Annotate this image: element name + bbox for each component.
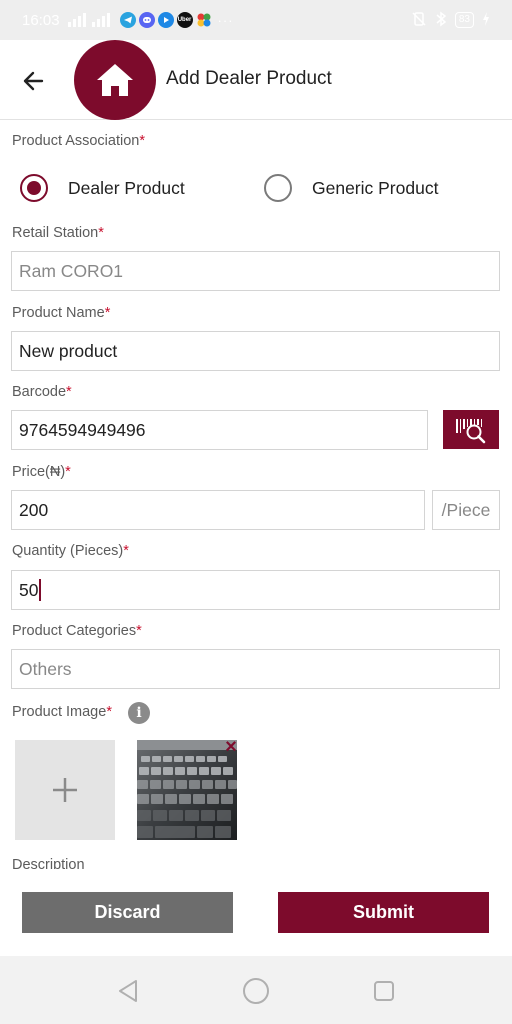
retail-station-field[interactable]: Ram CORO1 [11, 251, 500, 291]
required-mark: * [139, 133, 146, 149]
discard-button[interactable]: Discard [22, 892, 233, 933]
charging-icon [482, 11, 490, 29]
telegram-icon [119, 12, 136, 28]
arrow-left-icon [23, 71, 44, 91]
price-label: Price(₦)* [12, 464, 71, 480]
radio-unselected-icon[interactable] [264, 174, 292, 202]
barcode-label: Barcode* [12, 384, 72, 400]
product-form: Product Association* Dealer Product Gene… [0, 121, 512, 869]
signal-icon [67, 13, 86, 27]
more-notifications-dots: ··· [217, 12, 234, 28]
product-categories-label: Product Categories* [12, 623, 142, 639]
triangle-back-icon [119, 980, 137, 1002]
status-time: 16:03 [22, 11, 60, 29]
add-image-button[interactable] [15, 740, 115, 840]
radio-generic-product-label: Generic Product [312, 177, 439, 198]
price-unit: /Piece [432, 490, 500, 530]
nav-back-button[interactable] [113, 976, 143, 1006]
circle-home-icon [243, 978, 269, 1004]
product-categories-label-text: Product Categories [12, 623, 137, 639]
play-icon [157, 12, 174, 28]
nav-home-button[interactable] [241, 976, 271, 1006]
required-mark: * [136, 623, 142, 639]
product-name-label: Product Name* [12, 305, 110, 321]
discord-icon [138, 12, 155, 28]
required-mark: * [66, 384, 72, 400]
status-bar: 16:03 Uber ··· 83 [0, 0, 512, 40]
back-button[interactable] [16, 64, 50, 98]
required-mark: * [104, 305, 111, 321]
uber-icon: Uber [176, 12, 193, 28]
radio-dealer-product[interactable]: Dealer Product [20, 174, 185, 202]
remove-image-close-icon[interactable]: × [222, 737, 240, 757]
radio-dealer-product-label: Dealer Product [68, 177, 185, 198]
description-label: Description [12, 857, 85, 869]
pinwheel-icon [196, 12, 212, 28]
quantity-input[interactable]: 50 [11, 570, 500, 610]
nav-recents-button[interactable] [369, 976, 399, 1006]
home-logo[interactable] [74, 40, 156, 120]
quantity-label-text: Quantity (Pieces) [12, 543, 124, 559]
bluetooth-icon [435, 11, 447, 30]
barcode-scan-icon [456, 418, 486, 443]
app-header: Add Dealer Product [0, 40, 512, 120]
status-right: 83 [411, 11, 490, 30]
product-image-label: Product Image* [12, 704, 112, 720]
scan-barcode-button[interactable] [443, 410, 499, 449]
quantity-label: Quantity (Pieces)* [12, 543, 129, 559]
barcode-label-text: Barcode [12, 384, 67, 400]
product-image-label-text: Product Image [12, 704, 107, 720]
barcode-input[interactable]: 9764594949496 [11, 410, 428, 450]
price-input[interactable]: 200 [11, 490, 425, 530]
square-recents-icon [374, 981, 394, 1001]
product-name-input[interactable]: New product [11, 331, 500, 371]
quantity-value: 50 [19, 579, 39, 600]
plus-icon [53, 778, 77, 802]
retail-station-label-text: Retail Station [12, 225, 99, 241]
product-association-radio-group: Dealer Product Generic Product [0, 171, 512, 207]
product-association-label-text: Product Association [12, 133, 140, 149]
required-mark: * [106, 704, 112, 720]
info-icon[interactable]: i [128, 702, 150, 724]
signal-icon-2 [91, 13, 110, 27]
vibrate-off-icon [411, 11, 427, 30]
required-mark: * [98, 225, 104, 241]
radio-generic-product[interactable]: Generic Product [264, 174, 438, 202]
required-mark: * [65, 464, 71, 480]
system-nav-bar [0, 956, 512, 1024]
product-categories-field[interactable]: Others [11, 649, 500, 689]
notification-icons: Uber [119, 12, 212, 28]
text-caret [39, 579, 42, 601]
product-association-label: Product Association* [12, 133, 145, 149]
radio-selected-icon[interactable] [20, 174, 48, 202]
page-title: Add Dealer Product [166, 68, 332, 89]
battery-icon: 83 [454, 12, 474, 28]
product-name-label-text: Product Name [12, 305, 105, 321]
required-mark: * [123, 543, 129, 559]
price-label-text: Price(₦) [12, 464, 66, 480]
submit-button[interactable]: Submit [278, 892, 489, 933]
retail-station-label: Retail Station* [12, 225, 104, 241]
home-icon [97, 64, 133, 96]
